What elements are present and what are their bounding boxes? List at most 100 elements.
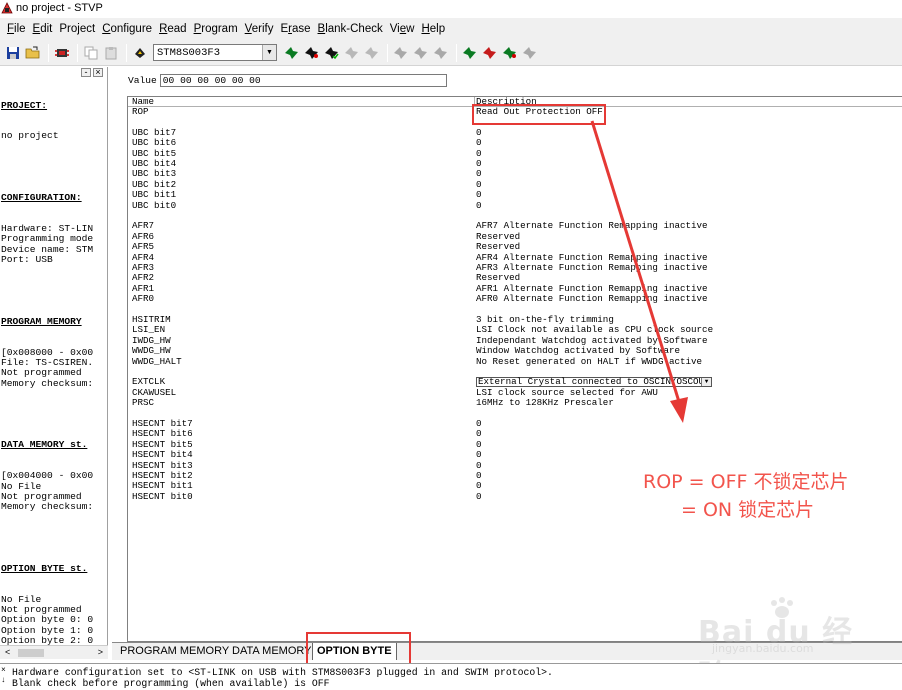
- copy-icon: [82, 44, 99, 61]
- option-row[interactable]: WWDG_HALT No Reset generated on HALT if W…: [128, 355, 902, 367]
- project-tree: PROJECT: no project CONFIGURATION: Hardw…: [1, 80, 93, 645]
- save-icon[interactable]: [4, 44, 21, 61]
- status-line-2: Blank check before programming (when ava…: [12, 678, 330, 689]
- tab-data-memory[interactable]: DATA MEMORY: [228, 643, 315, 660]
- program-current-tab-icon[interactable]: [303, 44, 320, 61]
- option-row[interactable]: UBC bit4 0: [128, 158, 902, 169]
- left-pane-scrollbar[interactable]: < >: [0, 645, 108, 659]
- option-row[interactable]: UBC bit3 0: [128, 168, 902, 179]
- chevron-down-icon[interactable]: ▼: [701, 378, 711, 387]
- menu-item[interactable]: Program: [191, 23, 242, 35]
- tree-line: Memory checksum:: [1, 501, 94, 513]
- option-row[interactable]: UBC bit6 0: [128, 137, 902, 148]
- tab-program-memory[interactable]: PROGRAM MEMORY: [116, 643, 233, 660]
- option-row[interactable]: AFR0 AFR0 Alternate Function Remapping in…: [128, 293, 902, 305]
- option-row[interactable]: UBC bit5 0: [128, 148, 902, 159]
- output-pane-controls[interactable]: × ↓: [1, 666, 10, 686]
- option-name: HSECNT bit0: [132, 490, 193, 502]
- scroll-right-icon[interactable]: >: [98, 647, 103, 657]
- scroll-left-icon[interactable]: <: [5, 647, 10, 657]
- value-label: Value: [128, 75, 157, 86]
- option-row[interactable]: HSECNT bit4 0: [128, 449, 902, 460]
- annotation-line-1: ROP = OFF 不锁定芯片: [643, 471, 849, 493]
- erase-current-tab-icon: [343, 44, 360, 61]
- program-all-icon: [412, 44, 429, 61]
- blank-check-current-tab-icon: [363, 44, 380, 61]
- configuration-header: CONFIGURATION:: [1, 192, 82, 204]
- device-icon: [131, 44, 148, 61]
- option-name: UBC bit0: [132, 199, 177, 211]
- pane-close-icon[interactable]: ×: [93, 68, 103, 77]
- option-row[interactable]: UBC bit1 0: [128, 189, 902, 200]
- tree-line: Memory checksum:: [1, 377, 94, 389]
- tab-data-memory-label: DATA MEMORY: [232, 645, 312, 657]
- option-byte-highlight-box: [306, 632, 411, 665]
- menu-item[interactable]: Verify: [242, 23, 278, 35]
- tree-line: Option byte 2: 0: [1, 635, 94, 645]
- option-row[interactable]: UBC bit0 0: [128, 199, 902, 211]
- menu-item[interactable]: Blank-Check: [315, 23, 387, 35]
- menu-item[interactable]: View: [387, 23, 419, 35]
- pane-minimize-icon[interactable]: -: [81, 68, 91, 77]
- erase-option-icon: [521, 44, 538, 61]
- read-all-icon: [392, 44, 409, 61]
- value-field[interactable]: 00 00 00 00 00 00: [159, 74, 447, 87]
- option-byte-grid: Name Description ROP Read Out Protection …: [127, 96, 902, 642]
- program-memory-header: PROGRAM MEMORY: [1, 315, 82, 327]
- option-name: ROP: [132, 106, 149, 117]
- project-header: PROJECT:: [1, 99, 48, 111]
- paste-icon: [102, 44, 119, 61]
- menu-item[interactable]: Erase: [277, 23, 314, 35]
- read-option-icon[interactable]: [461, 44, 478, 61]
- tree-line: no project: [1, 130, 59, 142]
- option-byte-view: Value 00 00 00 00 00 00 Name Description…: [112, 67, 902, 645]
- device-select[interactable]: STM8S003F3 ▼: [153, 44, 277, 61]
- project-lines: no project: [1, 130, 93, 142]
- toolbar-separator: [387, 43, 388, 62]
- menu-item[interactable]: File: [4, 23, 30, 35]
- option-byte-lines: No File Not programmed Option byte 0: 0 Opt…: [1, 594, 94, 645]
- option-row[interactable]: HSECNT bit5 0: [128, 439, 902, 450]
- menu-item[interactable]: Edit: [30, 23, 57, 35]
- toolbar-separator: [126, 43, 127, 62]
- open-folder-icon[interactable]: [24, 44, 41, 61]
- pane-controls: - ×: [81, 68, 103, 77]
- option-row[interactable]: HSECNT bit6 0: [128, 428, 902, 439]
- program-memory-lines: [0x008000 - 0x00 File: TS-CSIREN. Not prog…: [1, 347, 94, 389]
- option-row[interactable]: HSECNT bit7 0: [128, 418, 902, 429]
- data-memory-header: DATA MEMORY st.: [1, 439, 88, 451]
- chip-icon[interactable]: [53, 44, 70, 61]
- output-pane: × ↓ Hardware configuration set to <ST-LIN…: [0, 663, 902, 690]
- option-row[interactable]: PRSC 16MHz to 128KHz Prescaler: [128, 397, 902, 408]
- read-current-tab-icon[interactable]: [283, 44, 300, 61]
- tree-line: Port: USB: [1, 254, 53, 266]
- option-name: WWDG_HALT: [132, 355, 182, 367]
- menu-item[interactable]: Project: [56, 23, 99, 35]
- device-select-value: STM8S003F3: [157, 46, 221, 59]
- toolbar-separator: [456, 43, 457, 62]
- menu-item[interactable]: Read: [156, 23, 191, 35]
- verify-option-icon[interactable]: [501, 44, 518, 61]
- option-row[interactable]: [128, 409, 902, 419]
- window-title: no project - STVP: [16, 2, 103, 14]
- project-info-pane: - × PROJECT: no project CONFIGURATION: H…: [0, 67, 108, 645]
- verify-current-tab-icon[interactable]: [323, 44, 340, 61]
- scroll-thumb[interactable]: [18, 649, 44, 657]
- option-row[interactable]: UBC bit2 0: [128, 179, 902, 190]
- annotation-line-2: = ON 锁定芯片: [681, 499, 815, 521]
- option-byte-header: OPTION BYTE st.: [1, 562, 88, 574]
- toolbar-separator: [77, 43, 78, 62]
- option-row[interactable]: UBC bit7 0: [128, 127, 902, 138]
- configuration-lines: Hardware: ST-LIN Programming mode Device n…: [1, 223, 93, 266]
- chevron-down-icon[interactable]: ▼: [262, 45, 276, 60]
- program-option-icon[interactable]: [481, 44, 498, 61]
- option-description: 0: [476, 490, 482, 502]
- toolbar: STM8S003F3 ▼: [0, 40, 902, 66]
- option-name: AFR0: [132, 293, 155, 305]
- menu-item[interactable]: Configure: [99, 23, 156, 35]
- annotation-arrow: [590, 120, 688, 423]
- menu-item[interactable]: Help: [418, 23, 449, 35]
- data-memory-lines: [0x004000 - 0x00 No File Not programmed Mem…: [1, 470, 94, 513]
- toolbar-separator: [48, 43, 49, 62]
- watermark-site: jingyan.baidu.com: [712, 642, 814, 655]
